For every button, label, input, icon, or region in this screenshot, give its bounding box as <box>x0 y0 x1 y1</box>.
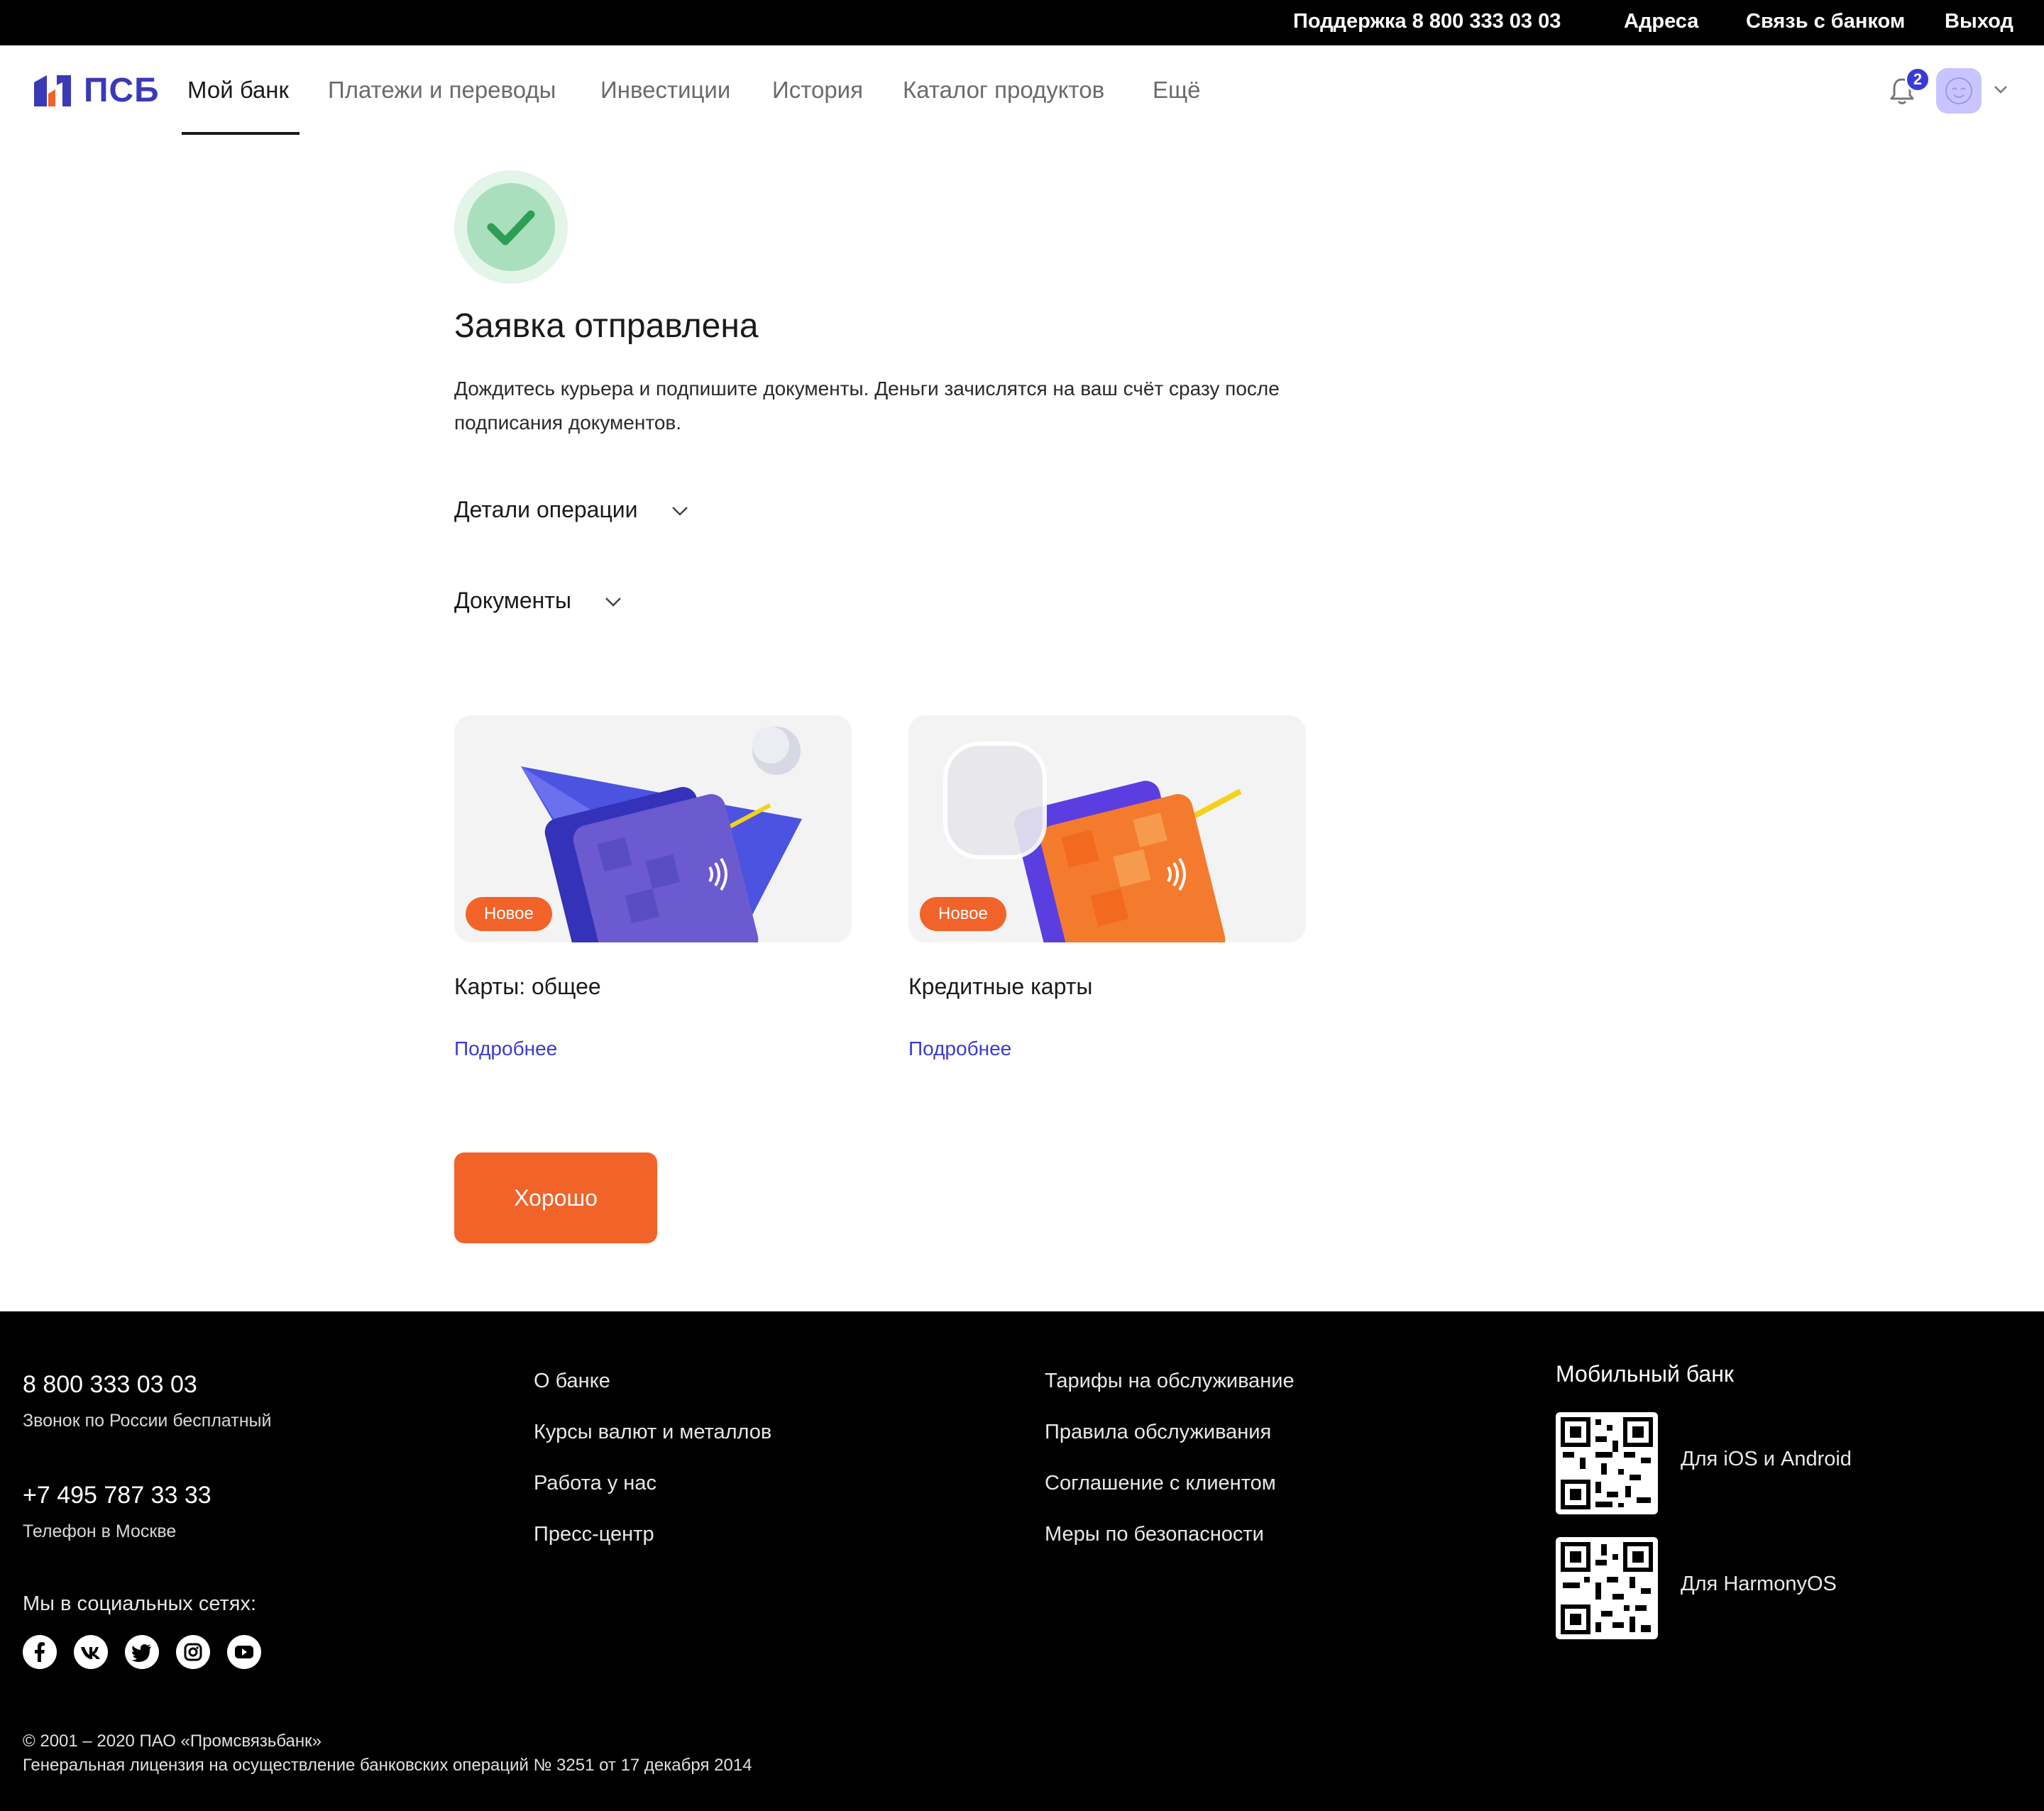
new-badge: Новое <box>466 897 552 931</box>
footer-phone-free-note: Звонок по России бесплатный <box>23 1411 272 1431</box>
mobile-bank-title: Мобильный банк <box>1556 1361 1734 1387</box>
notification-count-badge: 2 <box>1905 67 1930 92</box>
operation-details-accordion[interactable]: Детали операции <box>454 497 688 523</box>
footer-link-press[interactable]: Пресс-центр <box>534 1523 654 1546</box>
header: ПСБ Мой банк Платежи и переводы Инвестиц… <box>0 45 2044 136</box>
card-general-image[interactable]: Новое <box>454 715 852 942</box>
page-description: Дождитесь курьера и подпишите документы.… <box>454 378 1280 434</box>
addresses-link[interactable]: Адреса <box>1624 10 1698 33</box>
top-bar: Поддержка 8 800 333 03 03 Адреса Связь с… <box>0 0 2044 45</box>
card-credit-more-link[interactable]: Подробнее <box>908 1037 1011 1060</box>
chevron-down-icon <box>605 598 621 607</box>
avatar[interactable] <box>1936 68 1982 114</box>
success-check-icon <box>454 170 568 284</box>
qr-code-harmonyos-icon[interactable] <box>1556 1537 1658 1639</box>
youtube-icon[interactable] <box>227 1635 261 1669</box>
footer-phone-free[interactable]: 8 800 333 03 03 <box>23 1371 197 1399</box>
footer-phone-moscow-note: Телефон в Москве <box>23 1521 177 1541</box>
footer-link-rates[interactable]: Курсы валют и металлов <box>534 1421 771 1444</box>
facebook-icon[interactable] <box>23 1635 57 1669</box>
app-harmonyos-label[interactable]: Для HarmonyOS <box>1681 1573 1837 1596</box>
logout-link[interactable]: Выход <box>1945 10 2013 33</box>
nav-catalog[interactable]: Каталог продуктов <box>903 77 1104 104</box>
footer-link-security[interactable]: Меры по безопасности <box>1045 1523 1264 1546</box>
nav-my-bank[interactable]: Мой банк <box>187 77 289 104</box>
twitter-icon[interactable] <box>125 1635 159 1669</box>
license-text: Генеральная лицензия на осуществление ба… <box>23 1756 752 1775</box>
footer-link-tariffs[interactable]: Тарифы на обслуживание <box>1045 1370 1295 1393</box>
footer-link-agreement[interactable]: Соглашение с клиентом <box>1045 1472 1276 1495</box>
page-title: Заявка отправлена <box>454 307 759 345</box>
documents-label: Документы <box>454 588 571 613</box>
vk-icon[interactable] <box>74 1635 108 1669</box>
psb-logo-icon[interactable] <box>31 72 75 109</box>
qr-code-ios-android-icon[interactable] <box>1556 1412 1658 1514</box>
active-nav-indicator <box>182 132 300 135</box>
card-credit-title[interactable]: Кредитные карты <box>908 974 1092 1000</box>
card-credit-image[interactable]: Новое <box>908 715 1306 942</box>
chevron-down-icon[interactable] <box>1993 84 2009 95</box>
footer-link-rules[interactable]: Правила обслуживания <box>1045 1421 1271 1444</box>
social-label: Мы в социальных сетях: <box>23 1592 257 1615</box>
card-general-title[interactable]: Карты: общее <box>454 974 601 1000</box>
brand-name[interactable]: ПСБ <box>84 71 160 110</box>
support-phone-link[interactable]: Поддержка 8 800 333 03 03 <box>1293 10 1561 33</box>
footer-link-about[interactable]: О банке <box>534 1370 610 1393</box>
ok-button[interactable]: Хорошо <box>454 1152 657 1243</box>
nav-more[interactable]: Ещё <box>1153 77 1201 104</box>
operation-details-label: Детали операции <box>454 497 638 522</box>
documents-accordion[interactable]: Документы <box>454 588 621 614</box>
new-badge: Новое <box>920 897 1006 931</box>
copyright: © 2001 – 2020 ПАО «Промсвязьбанк» <box>23 1732 322 1751</box>
card-general-more-link[interactable]: Подробнее <box>454 1037 557 1060</box>
nav-investments[interactable]: Инвестиции <box>600 77 730 104</box>
footer-phone-moscow[interactable]: +7 495 787 33 33 <box>23 1482 211 1509</box>
contact-bank-link[interactable]: Связь с банком <box>1746 10 1905 33</box>
app-ios-android-label[interactable]: Для iOS и Android <box>1681 1448 1852 1471</box>
chevron-down-icon <box>672 507 688 516</box>
avatar-face-icon <box>1945 77 1972 104</box>
nav-history[interactable]: История <box>772 77 863 104</box>
nav-payments[interactable]: Платежи и переводы <box>328 77 556 104</box>
instagram-icon[interactable] <box>176 1635 210 1669</box>
footer-link-careers[interactable]: Работа у нас <box>534 1472 656 1495</box>
